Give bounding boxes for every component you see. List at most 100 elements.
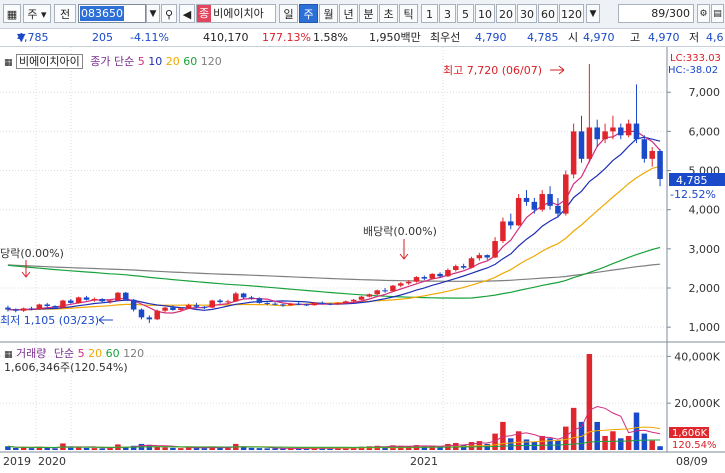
candle-body (555, 205, 561, 214)
vma5-legend: 5 (77, 347, 85, 360)
candle-body (280, 304, 286, 306)
volume-bar (610, 431, 616, 450)
candle-body (468, 258, 475, 268)
volume-bar (641, 433, 648, 450)
candle-body (217, 300, 223, 303)
open-label: 시 (568, 31, 579, 44)
candle-body (633, 123, 640, 140)
period-month[interactable]: 월 (319, 4, 338, 23)
ma5-legend: 5 (137, 55, 145, 68)
data-count-field[interactable]: 89/300 (618, 4, 694, 23)
volume-bar (13, 447, 19, 450)
candle-body (649, 150, 655, 159)
volume-current-tag: 1,606K (672, 428, 708, 439)
volume-bar (625, 435, 632, 450)
interval-20[interactable]: 20 (496, 4, 516, 23)
period-day[interactable]: 일 (279, 4, 298, 23)
volume-bar (162, 447, 168, 450)
interval-5[interactable]: 5 (457, 4, 474, 23)
open-price: 4,970 (583, 31, 615, 44)
grid-menu-icon[interactable]: ▦ (3, 4, 21, 23)
candle-body (240, 293, 247, 298)
period-week[interactable]: 주 (299, 4, 318, 23)
price-change: 205 (92, 31, 113, 44)
candle-body (366, 294, 373, 297)
vma20-legend: 20 (88, 347, 103, 360)
candle-body (303, 304, 310, 306)
candle-body (233, 293, 239, 302)
volume-bar (508, 438, 514, 450)
toolbar: ▦ 주 ▾ 전 083650 ▼ ⚲ ◀ 종 비에이치아 일 주 월 년 분 초 … (0, 0, 725, 29)
interval-10[interactable]: 10 (475, 4, 495, 23)
interval-dropdown-icon[interactable]: ▼ (586, 4, 600, 23)
price-tick-label: 7,000 (689, 86, 721, 99)
candle-body (146, 317, 153, 320)
lc-label: LC:333.03 (670, 53, 721, 64)
current-price-value: 4,785 (17, 31, 49, 44)
volume-bar (563, 426, 569, 450)
candle-body (248, 297, 255, 299)
period-second[interactable]: 초 (379, 4, 398, 23)
stock-code-value: 083650 (80, 6, 124, 21)
volume-bar (201, 448, 208, 450)
search-icon[interactable]: ⚲ (161, 4, 177, 23)
time-tick-label: 2019 (3, 455, 31, 468)
category-button[interactable]: 전 (54, 4, 76, 23)
interval-3[interactable]: 3 (439, 4, 456, 23)
code-dropdown-icon[interactable]: ▼ (146, 4, 160, 23)
chart-area[interactable]: 7,000 6,000 5,000 4,000 3,000 2,000 1,000 40,0… (0, 47, 725, 470)
volume-panel-title[interactable]: 거래량 (16, 347, 46, 360)
volume-bar (657, 446, 663, 450)
market-select[interactable]: 주 ▾ (23, 4, 51, 23)
volume-tick-label: 20,000K (674, 397, 720, 410)
candle-body (335, 302, 341, 305)
period-year[interactable]: 년 (339, 4, 358, 23)
volume-bar (602, 435, 608, 450)
candle-body (578, 131, 585, 159)
volume-current-label: 1,606,346주(120.54%) (4, 361, 128, 374)
volume-menu-icon[interactable]: ▦ (4, 350, 13, 360)
candle-body (405, 281, 412, 284)
hc-label: HC:-38.02 (668, 65, 718, 76)
best-ask: 4,790 (475, 31, 507, 44)
candle-body (52, 306, 58, 308)
interval-60[interactable]: 60 (538, 4, 558, 23)
speaker-icon[interactable]: ◀ (179, 4, 195, 23)
candle-body (508, 221, 514, 226)
grid-toggle-icon[interactable]: ▤ (711, 4, 724, 23)
period-minute[interactable]: 분 (359, 4, 378, 23)
volume-bar (20, 447, 27, 450)
price-tick-label: 1,000 (689, 321, 721, 334)
candle-body (123, 292, 129, 300)
candle-body (91, 298, 98, 300)
candle-body (413, 277, 420, 282)
interval-120[interactable]: 120 (559, 4, 584, 23)
candle-body (476, 255, 483, 259)
price-panel-name[interactable]: 비에이치아이 (16, 54, 83, 69)
candle-body (36, 304, 43, 310)
high-price: 4,970 (648, 31, 680, 44)
time-tick-label: 2020 (38, 455, 66, 468)
candle-body (138, 309, 145, 318)
period-tick[interactable]: 틱 (399, 4, 418, 23)
stock-code-input[interactable]: 083650 (78, 4, 146, 23)
candle-body (437, 273, 443, 277)
candle-body (602, 131, 608, 140)
volume-bar (264, 448, 270, 450)
ma20-legend: 20 (165, 55, 180, 68)
candle-body (594, 127, 600, 140)
current-pct-tag: -12.52% (670, 188, 716, 201)
settings-icon[interactable]: ⚙ (697, 4, 710, 23)
interval-1[interactable]: 1 (421, 4, 438, 23)
candle-body (390, 285, 396, 292)
price-volume-chart[interactable]: 7,0006,0005,0004,0003,0002,0001,000 40,0… (0, 47, 725, 470)
best-ask-label: 최우선 (430, 31, 461, 44)
stock-name-box[interactable]: 종 비에이치아 (196, 4, 276, 23)
interval-30[interactable]: 30 (517, 4, 537, 23)
low-label: 저 (689, 31, 700, 44)
volume-bar (225, 447, 231, 450)
panel-menu-icon[interactable]: ▦ (4, 58, 13, 68)
candle-body (83, 297, 90, 300)
candle-body (272, 303, 278, 305)
volume-bar (594, 421, 600, 450)
